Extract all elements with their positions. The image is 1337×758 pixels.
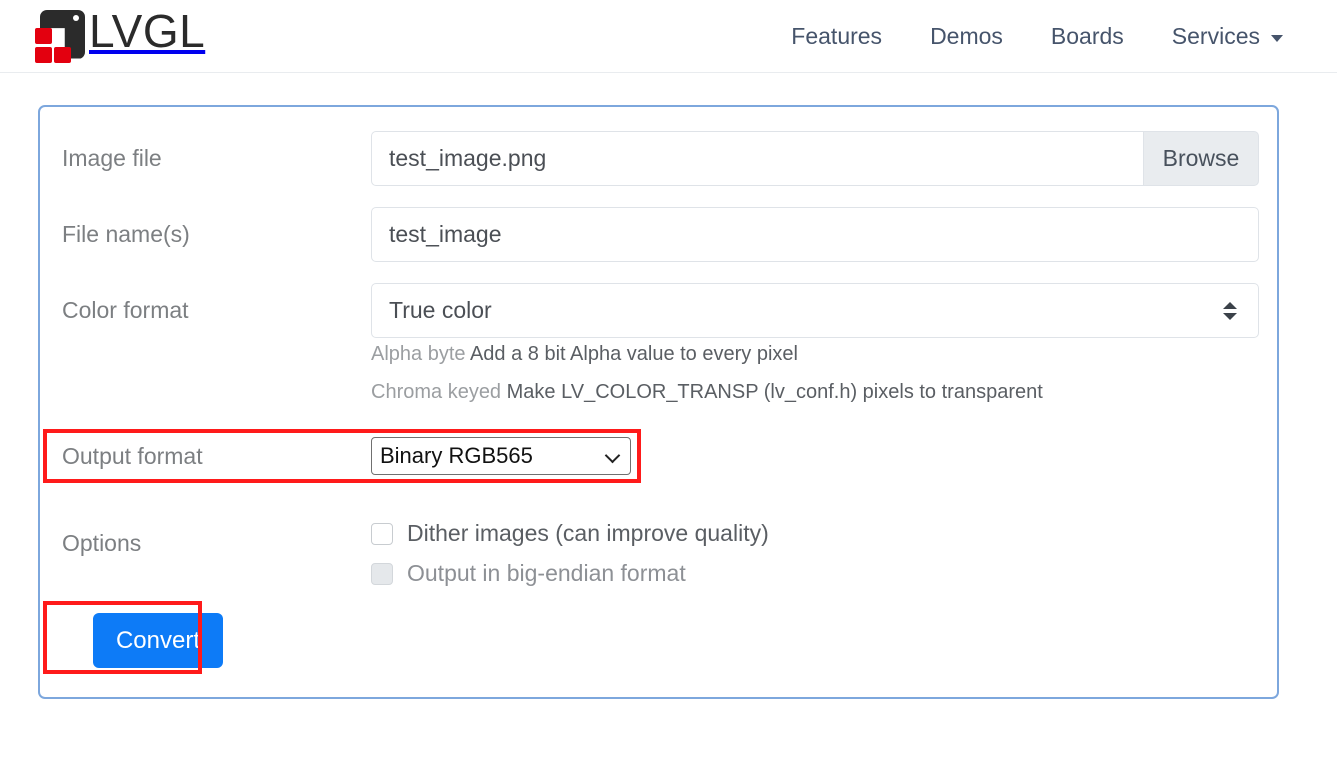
nav-link-features[interactable]: Features bbox=[767, 23, 906, 50]
nav-link-services[interactable]: Services bbox=[1148, 23, 1307, 50]
file-names-input[interactable] bbox=[371, 207, 1259, 262]
option-dither-images[interactable]: Dither images (can improve quality) bbox=[371, 520, 769, 547]
output-format-select[interactable]: Binary RGB565 bbox=[371, 437, 631, 475]
checkbox-dither-images[interactable] bbox=[371, 522, 393, 545]
option-big-endian[interactable]: Output in big-endian format bbox=[371, 560, 686, 587]
option-big-endian-label: Output in big-endian format bbox=[407, 560, 686, 586]
nav-label-services: Services bbox=[1171, 23, 1260, 49]
main-navigation: Features Demos Boards Services bbox=[767, 0, 1307, 73]
help-alpha-byte-key: Alpha byte bbox=[371, 343, 466, 365]
output-format-value: Binary RGB565 bbox=[380, 443, 533, 468]
row-color-format: Color format True color bbox=[40, 283, 1277, 338]
label-file-names: File name(s) bbox=[62, 221, 190, 247]
help-alpha-byte-value: Add a 8 bit Alpha value to every pixel bbox=[469, 343, 798, 365]
label-color-format: Color format bbox=[62, 297, 189, 323]
chevron-down-icon bbox=[604, 447, 621, 464]
lvgl-logo-icon bbox=[33, 9, 85, 63]
help-chroma-keyed-value: Make LV_COLOR_TRANSP (lv_conf.h) pixels … bbox=[506, 381, 1043, 403]
nav-link-boards[interactable]: Boards bbox=[1027, 23, 1148, 50]
image-file-input-group: Browse bbox=[371, 131, 1259, 186]
label-output-format: Output format bbox=[62, 443, 203, 469]
row-output-format: Output format Binary RGB565 bbox=[40, 437, 1277, 475]
image-file-input[interactable] bbox=[371, 131, 1143, 186]
help-chroma-keyed: Chroma keyed Make LV_COLOR_TRANSP (lv_co… bbox=[371, 381, 1043, 404]
file-names-control bbox=[371, 207, 1259, 262]
row-file-names: File name(s) bbox=[40, 207, 1277, 262]
color-format-select[interactable]: True color bbox=[371, 283, 1259, 338]
row-options: Options Dither images (can improve quali… bbox=[40, 512, 1277, 592]
color-format-value: True color bbox=[371, 283, 1259, 338]
chevron-down-icon bbox=[1271, 35, 1283, 42]
nav-link-demos[interactable]: Demos bbox=[906, 23, 1027, 50]
help-alpha-byte: Alpha byte Add a 8 bit Alpha value to ev… bbox=[371, 343, 798, 366]
checkbox-big-endian[interactable] bbox=[371, 562, 393, 585]
label-image-file: Image file bbox=[62, 145, 162, 171]
brand-logo-link[interactable]: LVGL bbox=[33, 5, 206, 63]
help-chroma-keyed-key: Chroma keyed bbox=[371, 381, 502, 403]
image-converter-card: Image file Browse File name(s) Color for… bbox=[38, 105, 1279, 699]
convert-button[interactable]: Convert bbox=[93, 613, 223, 668]
browse-button[interactable]: Browse bbox=[1143, 131, 1259, 186]
brand-wordmark: LVGL bbox=[89, 5, 206, 57]
nav-label-boards: Boards bbox=[1050, 23, 1124, 49]
updown-arrows-icon bbox=[1223, 301, 1237, 320]
site-header: LVGL Features Demos Boards Services bbox=[0, 0, 1337, 73]
label-options: Options bbox=[62, 530, 142, 556]
nav-label-features: Features bbox=[791, 23, 883, 49]
nav-label-demos: Demos bbox=[930, 23, 1003, 49]
row-image-file: Image file Browse bbox=[40, 131, 1277, 186]
option-dither-images-label: Dither images (can improve quality) bbox=[407, 520, 769, 546]
